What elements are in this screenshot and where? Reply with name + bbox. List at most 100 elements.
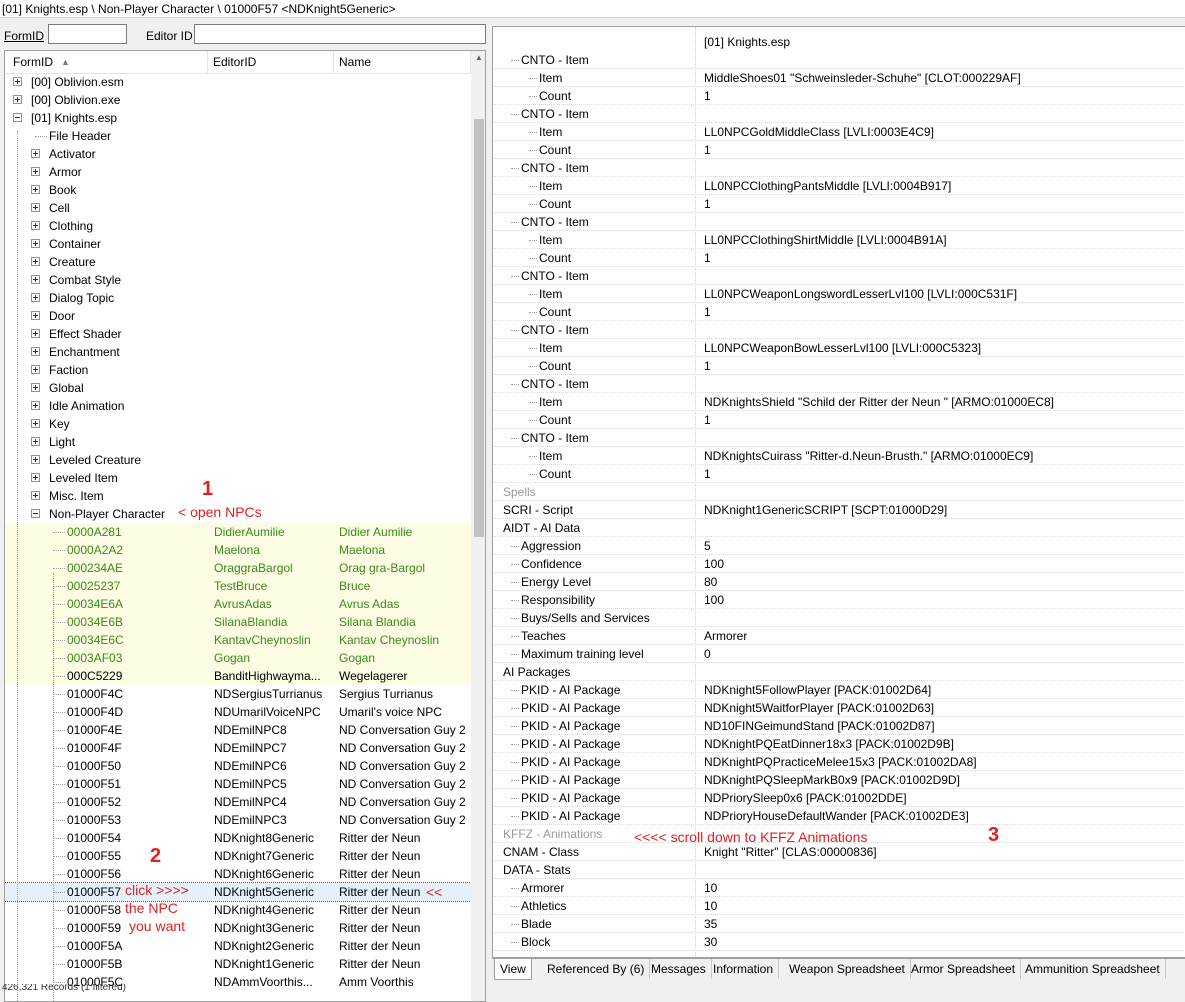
expand-plus-icon[interactable] <box>31 203 40 212</box>
tree-group-item[interactable]: Creature <box>5 253 471 271</box>
tree-record-row[interactable]: 01000F57 NDKnight5Generic Ritter der Neun <box>5 882 472 902</box>
expand-plus-icon[interactable] <box>31 437 40 446</box>
tree-group-item[interactable]: File Header <box>5 127 471 145</box>
details-row[interactable]: PKID - AI Package NDKnightPQEatDinner18x3… <box>493 735 1185 753</box>
formid-filter-input[interactable] <box>48 24 127 44</box>
details-row[interactable]: Count 1 <box>493 411 1185 429</box>
details-row[interactable]: Blade 35 <box>493 915 1185 933</box>
tree-node-plugin[interactable]: [00] Oblivion.exe <box>5 91 471 109</box>
details-row[interactable]: CNTO - Item <box>493 267 1185 285</box>
tree-record-row[interactable]: 00034E6C KantavCheynoslin Kantav Cheynosli… <box>5 631 471 649</box>
expand-plus-icon[interactable] <box>31 311 40 320</box>
expand-plus-icon[interactable] <box>31 347 40 356</box>
tab-information[interactable]: Information <box>708 959 780 979</box>
tree-record-row[interactable]: 01000F4F NDEmilNPC7 ND Conversation Guy 2 <box>5 739 471 757</box>
details-row[interactable]: CNAM - Class Knight "Ritter" [CLAS:000008… <box>493 843 1185 861</box>
column-header-editorid[interactable]: EditorID <box>213 55 256 69</box>
details-row[interactable]: Item LL0NPCGoldMiddleClass [LVLI:0003E4C9… <box>493 123 1185 141</box>
details-row[interactable]: CNTO - Item <box>493 321 1185 339</box>
expand-plus-icon[interactable] <box>31 257 40 266</box>
details-row[interactable]: SCRI - Script NDKnight1GenericSCRIPT [SCP… <box>493 501 1185 519</box>
details-row[interactable]: DATA - Stats <box>493 861 1185 879</box>
tree-record-row[interactable]: 01000F4D NDUmarilVoiceNPC Umaril's voice N… <box>5 703 471 721</box>
tree-group-item[interactable]: Effect Shader <box>5 325 471 343</box>
details-row[interactable]: Count 1 <box>493 249 1185 267</box>
expand-plus-icon[interactable] <box>31 419 40 428</box>
tree-group-item[interactable]: Container <box>5 235 471 253</box>
tree-record-row[interactable]: 00034E6B SilanaBlandia Silana Blandia <box>5 613 471 631</box>
tree-group-item[interactable]: Key <box>5 415 471 433</box>
expand-plus-icon[interactable] <box>31 185 40 194</box>
details-row[interactable]: CNTO - Item <box>493 51 1185 69</box>
tree-record-row[interactable]: 0000A2A2 Maelona Maelona <box>5 541 471 559</box>
tree-record-row[interactable]: 01000F52 NDEmilNPC4 ND Conversation Guy 2 <box>5 793 471 811</box>
tab-armor-spreadsheet[interactable]: Armor Spreadsheet <box>906 959 1022 979</box>
details-row[interactable]: CNTO - Item <box>493 375 1185 393</box>
details-row[interactable]: Buys/Sells and Services <box>493 609 1185 627</box>
details-row[interactable]: Count 1 <box>493 465 1185 483</box>
tree-record-row[interactable]: 00034E6A AvrusAdas Avrus Adas <box>5 595 471 613</box>
collapse-minus-icon[interactable] <box>13 113 22 122</box>
tab-referenced-by-6[interactable]: Referenced By (6) <box>542 959 651 979</box>
details-row[interactable]: CNTO - Item <box>493 105 1185 123</box>
expand-plus-icon[interactable] <box>31 491 40 500</box>
tree-node-plugin[interactable]: [00] Oblivion.esm <box>5 73 471 91</box>
tree-scrollbar[interactable]: ▲ <box>471 51 485 1001</box>
details-row[interactable]: Item MiddleShoes01 "Schweinsleder-Schuhe"… <box>493 69 1185 87</box>
tree-group-item[interactable]: Global <box>5 379 471 397</box>
collapse-minus-icon[interactable] <box>31 509 40 518</box>
details-row[interactable]: Count 1 <box>493 87 1185 105</box>
details-row[interactable]: Confidence 100 <box>493 555 1185 573</box>
tree-record-row[interactable]: 0003AF03 Gogan Gogan <box>5 649 471 667</box>
tree-record-row[interactable]: 01000F53 NDEmilNPC3 ND Conversation Guy 2 <box>5 811 471 829</box>
details-row[interactable]: Block 30 <box>493 933 1185 951</box>
tree-group-item[interactable]: Faction <box>5 361 471 379</box>
details-row[interactable]: Energy Level 80 <box>493 573 1185 591</box>
details-row[interactable]: PKID - AI Package NDKnight5WaitforPlayer … <box>493 699 1185 717</box>
column-header-name[interactable]: Name <box>339 55 371 69</box>
tree-record-row[interactable]: 01000F4E NDEmilNPC8 ND Conversation Guy 2 <box>5 721 471 739</box>
tree-group-item[interactable]: Door <box>5 307 471 325</box>
tree-group-item[interactable]: Leveled Item <box>5 469 471 487</box>
tree-record-row[interactable]: 01000F50 NDEmilNPC6 ND Conversation Guy 2 <box>5 757 471 775</box>
details-row[interactable]: Athletics 10 <box>493 897 1185 915</box>
expand-plus-icon[interactable] <box>13 77 22 86</box>
tree-group-item[interactable]: Cell <box>5 199 471 217</box>
details-row[interactable]: Count 1 <box>493 141 1185 159</box>
tree-group-item[interactable]: Activator <box>5 145 471 163</box>
tree-group-item[interactable]: Armor <box>5 163 471 181</box>
details-row[interactable]: AI Packages <box>493 663 1185 681</box>
details-row[interactable]: Item LL0NPCClothingPantsMiddle [LVLI:0004… <box>493 177 1185 195</box>
details-row[interactable]: Item LL0NPCWeaponBowLesserLvl100 [LVLI:00… <box>493 339 1185 357</box>
tree-record-row[interactable]: 01000F5B NDKnight1Generic Ritter der Neun <box>5 955 471 973</box>
record-details-view[interactable]: [01] Knights.esp CNTO - Item Item MiddleSh… <box>492 26 1185 958</box>
tree-group-item[interactable]: Book <box>5 181 471 199</box>
tree-record-row[interactable]: 01000F51 NDEmilNPC5 ND Conversation Guy 2 <box>5 775 471 793</box>
expand-plus-icon[interactable] <box>31 329 40 338</box>
tree-group-item[interactable]: Enchantment <box>5 343 471 361</box>
record-tree[interactable]: FormID ▲ EditorID Name [00] Oblivion.esm… <box>4 50 486 1002</box>
details-row[interactable]: CNTO - Item <box>493 429 1185 447</box>
details-row[interactable]: Responsibility 100 <box>493 591 1185 609</box>
details-row[interactable]: Item NDKnightsShield "Schild der Ritter d… <box>493 393 1185 411</box>
tree-record-row[interactable]: 01000F58 NDKnight4Generic Ritter der Neun <box>5 901 471 919</box>
expand-plus-icon[interactable] <box>31 167 40 176</box>
details-row[interactable]: CNTO - Item <box>493 159 1185 177</box>
details-row[interactable]: PKID - AI Package NDKnightPQPracticeMelee… <box>493 753 1185 771</box>
scrollbar-thumb[interactable] <box>474 119 484 537</box>
tab-ammunition-spreadsheet[interactable]: Ammunition Spreadsheet <box>1020 959 1166 979</box>
details-row[interactable]: AIDT - AI Data <box>493 519 1185 537</box>
column-header-formid[interactable]: FormID <box>13 55 53 69</box>
details-row[interactable]: Teaches Armorer <box>493 627 1185 645</box>
details-row[interactable]: CNTO - Item <box>493 213 1185 231</box>
details-row[interactable]: PKID - AI Package NDPrioryHouseDefaultWan… <box>493 807 1185 825</box>
tree-group-item[interactable]: Light <box>5 433 471 451</box>
expand-plus-icon[interactable] <box>31 401 40 410</box>
details-row[interactable]: Count 1 <box>493 303 1185 321</box>
details-row[interactable]: PKID - AI Package NDPriorySleep0x6 [PACK:… <box>493 789 1185 807</box>
tree-record-row[interactable]: 01000F5A NDKnight2Generic Ritter der Neun <box>5 937 471 955</box>
details-row[interactable]: PKID - AI Package NDKnightPQSleepMarkB0x9… <box>493 771 1185 789</box>
tree-group-item[interactable]: Combat Style <box>5 271 471 289</box>
expand-plus-icon[interactable] <box>31 365 40 374</box>
tree-record-row[interactable]: 01000F55 NDKnight7Generic Ritter der Neun <box>5 847 471 865</box>
